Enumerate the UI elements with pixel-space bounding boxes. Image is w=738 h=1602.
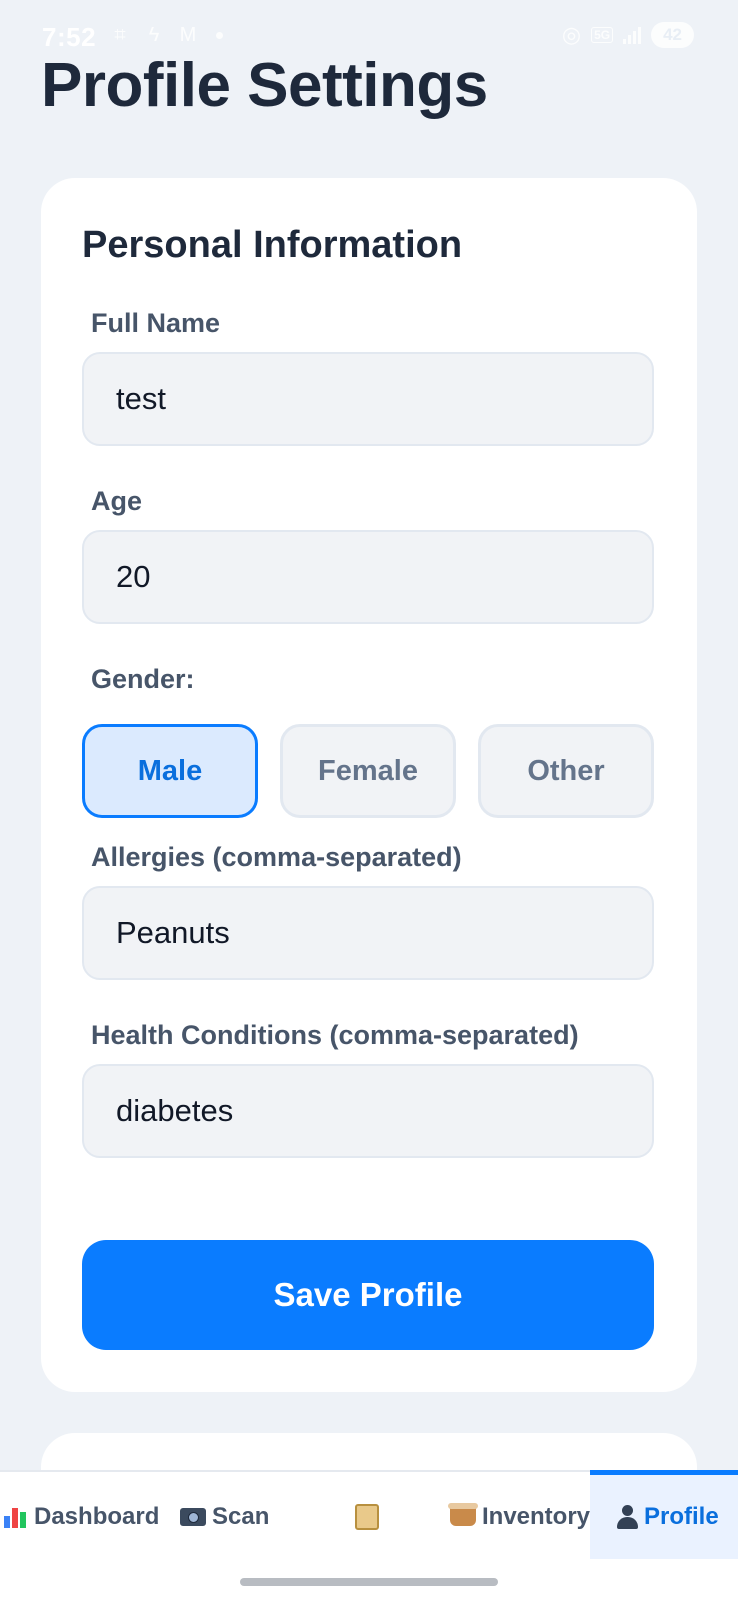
- signal-icon: [623, 26, 642, 44]
- person-icon: [616, 1505, 638, 1529]
- gender-label: Gender:: [91, 664, 195, 694]
- status-notification-icons: ⌗ ϟ M: [108, 24, 223, 46]
- home-indicator[interactable]: [240, 1578, 498, 1586]
- gmail-icon: M: [179, 24, 197, 46]
- nav-label: Profile: [644, 1503, 719, 1530]
- battery-indicator: 42: [651, 22, 694, 48]
- nav-item-scan[interactable]: Scan: [180, 1472, 269, 1562]
- bar-chart-icon: [4, 1506, 28, 1528]
- age-input[interactable]: [82, 530, 654, 624]
- nav-label: Inventory: [482, 1503, 591, 1530]
- full-name-label: Full Name: [91, 308, 221, 338]
- full-name-input[interactable]: [82, 352, 654, 446]
- basket-icon: [448, 1503, 478, 1526]
- save-profile-button[interactable]: Save Profile: [82, 1240, 654, 1350]
- more-notifications-dot-icon: [216, 31, 223, 39]
- gender-option-other[interactable]: Other: [478, 724, 654, 818]
- health-conditions-label: Health Conditions (comma-separated): [91, 1020, 579, 1050]
- network-type-badge: 5G: [591, 27, 614, 43]
- allergies-input[interactable]: [82, 886, 654, 980]
- gender-option-female[interactable]: Female: [280, 724, 456, 818]
- age-label: Age: [91, 486, 143, 516]
- page-title: Profile Settings: [41, 51, 488, 120]
- hotspot-icon: ◎: [561, 22, 582, 47]
- gender-option-male[interactable]: Male: [82, 724, 258, 818]
- gender-selector: Male Female Other: [82, 724, 654, 818]
- nav-label: Dashboard: [34, 1503, 160, 1530]
- status-time: 7:52: [42, 22, 97, 52]
- health-conditions-input[interactable]: [82, 1064, 654, 1158]
- nav-item-dashboard[interactable]: Dashboard: [4, 1472, 159, 1562]
- camera-icon: [180, 1508, 206, 1526]
- nav-item-profile[interactable]: Profile: [590, 1470, 738, 1559]
- nav-item-inventory[interactable]: Inventory: [448, 1472, 591, 1562]
- personal-information-card: Personal Information Full Name Age Gende…: [41, 178, 697, 1392]
- battery-level: 42: [663, 25, 682, 44]
- allergies-label: Allergies (comma-separated): [91, 842, 462, 872]
- nav-label: Scan: [212, 1503, 270, 1530]
- section-title: Personal Information: [82, 224, 463, 266]
- scroll-icon: [355, 1504, 379, 1530]
- screenshot-icon: ⌗: [114, 24, 126, 46]
- flash-icon: ϟ: [148, 24, 160, 46]
- nav-item-scroll[interactable]: [355, 1472, 385, 1562]
- status-system-icons: ◎ 5G 42: [562, 22, 694, 48]
